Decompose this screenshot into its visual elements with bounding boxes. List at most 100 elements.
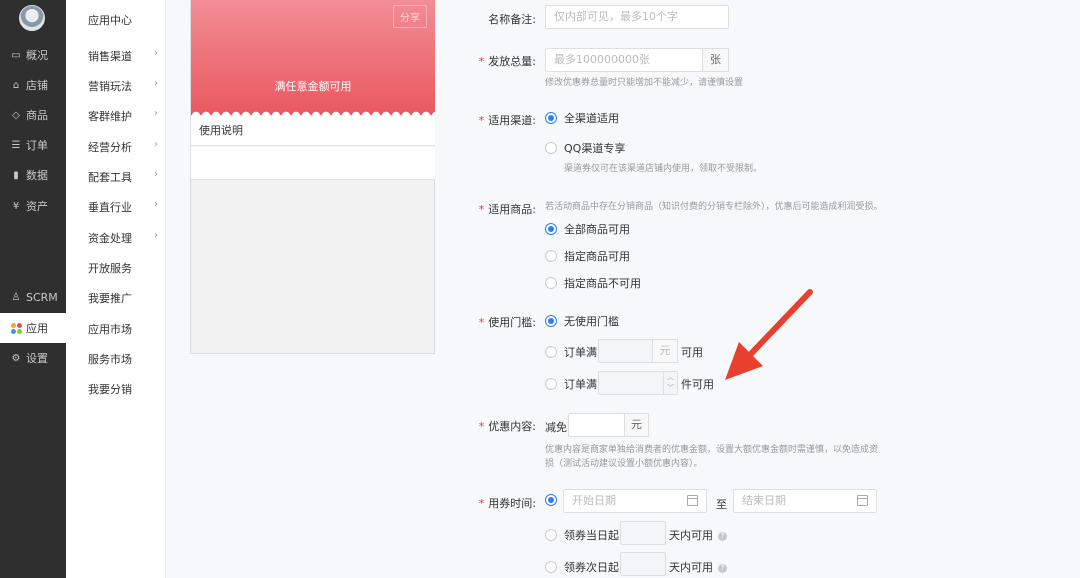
chevron-right-icon: › <box>154 78 158 89</box>
order-icon: ☰ <box>11 139 21 151</box>
subnav-item[interactable]: 经营分析 › <box>88 139 158 155</box>
nav-item-data[interactable]: ▮ 数据 <box>0 160 66 190</box>
same-day-input[interactable] <box>620 521 666 545</box>
time-range-radio[interactable] <box>545 494 564 506</box>
threshold-count-radio[interactable]: 订单满 <box>545 376 597 392</box>
nav-item-scrm[interactable]: ♙ SCRM <box>0 282 66 312</box>
time-same-day-radio[interactable]: 领券当日起 <box>545 527 619 543</box>
app-dot <box>10 328 16 334</box>
usage-title: 使用说明 <box>191 116 435 146</box>
time-label: * 用券时间: <box>478 497 536 510</box>
threshold-label: * 使用门槛: <box>478 316 536 329</box>
total-input[interactable]: 最多100000000张 <box>545 48 703 72</box>
nav-item-assets[interactable]: ¥ 资产 <box>0 191 66 221</box>
name-note-input[interactable]: 仅内部可见，最多10个字 <box>545 5 729 29</box>
threshold-amount-radio[interactable]: 订单满 <box>545 344 597 360</box>
radio-unchecked <box>545 561 557 573</box>
next-day-suffix: 天内可用? <box>669 559 727 575</box>
goods-label: * 适用商品: <box>478 203 536 216</box>
time-next-day-radio[interactable]: 领券次日起 <box>545 559 619 575</box>
chevron-right-icon: › <box>154 169 158 180</box>
date-to: 至 <box>716 498 727 511</box>
app-dot <box>16 328 22 334</box>
help-icon[interactable]: ? <box>718 531 727 541</box>
chevron-right-icon: › <box>154 230 158 241</box>
radio-checked <box>545 315 557 327</box>
nav-item-settings[interactable]: ⚙ 设置 <box>0 343 66 373</box>
next-day-input[interactable] <box>620 552 666 576</box>
nav-item-overview[interactable]: ▭ 概况 <box>0 40 66 70</box>
arrow-shaft <box>742 289 813 363</box>
subnav-item[interactable]: 客群维护 › <box>88 108 158 124</box>
subnav-item[interactable]: 营销玩法 › <box>88 78 158 94</box>
annotation-arrow <box>725 289 813 380</box>
primary-nav: ▭ 概况 ⌂ 店铺 ◇ 商品 ☰ 订单 ▮ 数据 ¥ 资产 ♙ SCRM 应用 <box>0 0 66 578</box>
discount-input[interactable] <box>568 413 625 437</box>
radio-checked <box>545 112 557 124</box>
subnav-item[interactable]: 我要分销 <box>88 381 158 397</box>
subnav-item[interactable]: 配套工具 › <box>88 169 158 185</box>
coupon-condition-text: 满任意金额可用 <box>274 80 352 93</box>
subnav-item[interactable]: 销售渠道 › <box>88 48 158 64</box>
goods-all-radio[interactable]: 全部商品可用 <box>545 221 630 237</box>
nav-item-store[interactable]: ⌂ 店铺 <box>0 70 66 100</box>
channel-qq-radio[interactable]: QQ渠道专享 <box>545 140 625 156</box>
goods-some-radio[interactable]: 指定商品可用 <box>545 248 630 264</box>
end-date-input[interactable]: 结束日期 <box>733 489 877 513</box>
subnav-item[interactable]: 垂直行业 › <box>88 199 158 215</box>
name-note-label: 名称备注: <box>488 13 536 26</box>
channel-all-radio[interactable]: 全渠道适用 <box>545 110 619 126</box>
subnav-title: 应用中心 <box>88 14 132 27</box>
subnav-item[interactable]: 开放服务 <box>88 260 158 276</box>
subnav-item[interactable]: 应用市场 <box>88 321 158 337</box>
subnav-item[interactable]: 服务市场 <box>88 351 158 367</box>
calendar-icon <box>687 495 698 506</box>
yen-icon: ¥ <box>12 200 20 212</box>
same-day-suffix: 天内可用? <box>669 527 727 543</box>
monitor-icon: ▭ <box>11 49 21 61</box>
app-dot <box>16 322 22 328</box>
total-label: * 发放总量: <box>478 55 536 68</box>
usage-content <box>191 147 435 180</box>
discount-label: * 优惠内容: <box>478 420 536 433</box>
threshold-none-radio[interactable]: 无使用门槛 <box>545 313 619 329</box>
nav-item-apps[interactable]: 应用 <box>0 313 66 343</box>
threshold-amount-unit: 元 <box>652 339 678 363</box>
coupon-banner: 分享 满任意金额可用 <box>191 0 435 115</box>
chevron-right-icon: › <box>154 199 158 210</box>
tag-icon: ◇ <box>12 109 20 121</box>
threshold-amount-input[interactable] <box>598 339 653 363</box>
share-button[interactable]: 分享 <box>393 5 427 28</box>
secondary-nav: 应用中心 销售渠道 › 营销玩法 › 客群维护 › 经营分析 › 配套工具 › 垂直行业 ›… <box>66 0 166 578</box>
chevron-right-icon: › <box>154 108 158 119</box>
discount-unit: 元 <box>624 413 649 437</box>
radio-checked <box>545 494 557 506</box>
subnav-item[interactable]: 我要推广 <box>88 290 158 306</box>
radio-unchecked <box>545 378 557 390</box>
channel-help: 渠道券仅可在该渠道店铺内使用，领取不受限制。 <box>564 164 763 174</box>
number-stepper[interactable]: ︿ ﹀ <box>663 372 677 394</box>
subnav-item[interactable]: 资金处理 › <box>88 230 158 246</box>
discount-help-line1: 优惠内容是商家单独给消费者的优惠金额，设置大额优惠金额时需谨慎，以免造成资 <box>545 445 879 455</box>
nav-item-goods[interactable]: ◇ 商品 <box>0 100 66 130</box>
help-icon[interactable]: ? <box>718 563 727 573</box>
nav-item-orders[interactable]: ☰ 订单 <box>0 130 66 160</box>
radio-unchecked <box>545 277 557 289</box>
start-date-input[interactable]: 开始日期 <box>563 489 707 513</box>
threshold-count-input[interactable]: ︿ ﹀ <box>598 371 678 395</box>
avatar[interactable] <box>19 5 45 31</box>
apps-icon <box>10 322 22 334</box>
app-dot <box>10 322 16 328</box>
threshold-count-suffix: 件可用 <box>681 378 714 391</box>
gear-icon: ⚙ <box>11 352 21 364</box>
goods-help: 若活动商品中存在分销商品（知识付费的分销专栏除外），优惠后可能造成利润受损。 <box>545 202 883 212</box>
radio-unchecked <box>545 250 557 262</box>
goods-not-radio[interactable]: 指定商品不可用 <box>545 275 641 291</box>
coupon-preview: 分享 满任意金额可用 使用说明 <box>190 0 435 354</box>
discount-help-line2: 损（测试活动建议设置小额优惠内容）。 <box>545 459 703 469</box>
chart-icon: ▮ <box>13 169 19 181</box>
wave-edge <box>191 108 435 116</box>
total-unit: 张 <box>702 48 729 72</box>
discount-prefix: 减免 <box>545 421 567 434</box>
total-help: 修改优惠券总量时只能增加不能减少，请谨慎设置 <box>545 78 744 88</box>
